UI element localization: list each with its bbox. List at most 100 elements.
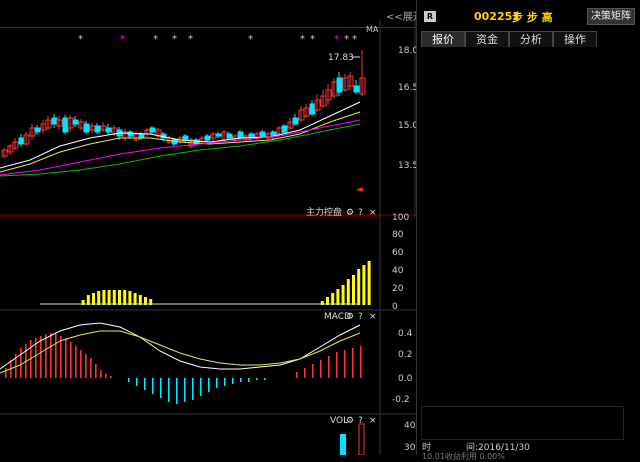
- vol-gear-icon[interactable]: ⚙: [346, 416, 354, 426]
- zhuli-bar: [128, 291, 132, 305]
- candle-body: [83, 123, 90, 133]
- candle-body: [62, 117, 69, 133]
- zhuli-bar: [133, 293, 137, 305]
- macd-dea-line: [0, 330, 361, 374]
- macd-histogram-bar: [136, 378, 138, 386]
- zhuli-gear-icon[interactable]: ⚙: [346, 208, 354, 218]
- price-chart[interactable]: MA 17.83 ◄ * * * * * * * * * * * 18.016.515.013.5: [0, 20, 416, 216]
- zhuli-bar: [352, 275, 355, 305]
- zhuli-bar: [362, 265, 366, 305]
- candle-body: [18, 137, 25, 145]
- zhuli-close-icon[interactable]: ×: [369, 208, 377, 218]
- macd-histogram-bar: [168, 378, 170, 402]
- candle-body: [336, 77, 343, 93]
- info-box: [421, 406, 624, 440]
- zhuli-title: 主力控盘: [306, 206, 342, 218]
- macd-histogram-bar: [100, 370, 102, 378]
- zhuli-bar: [123, 290, 127, 305]
- vol-close-icon[interactable]: ×: [369, 416, 377, 426]
- macd-histogram-bar: [152, 378, 154, 394]
- candle-body: [204, 135, 211, 141]
- star-marker: *: [172, 34, 177, 45]
- zhuli-bar: [331, 293, 335, 305]
- macd-histogram-bar: [320, 360, 322, 378]
- macd-histogram-bar: [60, 336, 62, 378]
- tab-funds[interactable]: 资金: [465, 31, 509, 47]
- tab-analysis[interactable]: 分析: [509, 31, 553, 47]
- zhuli-bar: [341, 285, 345, 305]
- macd-histogram-bar: [50, 333, 52, 378]
- star-marker: *: [344, 34, 349, 45]
- star-marker: *: [153, 34, 158, 45]
- candle-body: [226, 133, 233, 139]
- star-marker: *: [300, 34, 305, 45]
- zhuli-bar: [92, 293, 95, 305]
- macd-histogram-bar: [55, 334, 57, 378]
- macd-gear-icon[interactable]: ⚙: [346, 312, 354, 322]
- macd-histogram-bar: [95, 364, 97, 378]
- vol-panel[interactable]: VOL ⚙ ? × 4030: [0, 414, 416, 455]
- macd-histogram-bar: [70, 342, 72, 378]
- macd-histogram-bar: [208, 378, 210, 392]
- star-marker: *: [352, 34, 357, 45]
- candle-body: [309, 103, 316, 115]
- macd-histogram-bar: [264, 378, 266, 380]
- zhuli-panel[interactable]: 主力控盘 ⚙ ? × 100 80 60 40 20 0: [0, 206, 416, 311]
- candle-body: [215, 133, 222, 137]
- vol-axis-label: 40: [404, 421, 416, 431]
- macd-histogram-bar: [110, 376, 112, 378]
- candle-body: [72, 119, 79, 125]
- price-axis-label: 15.0: [398, 121, 416, 131]
- macd-histogram-bar: [232, 378, 234, 384]
- macd-histogram-bar: [240, 378, 242, 382]
- stock-name: 步 步 高: [512, 11, 553, 24]
- macd-histogram-bar: [45, 334, 47, 378]
- zhuli-bar: [97, 291, 101, 305]
- macd-histogram-bar: [336, 352, 338, 378]
- tab-quote[interactable]: 报价: [421, 31, 465, 47]
- price-axis-label: 13.5: [398, 161, 416, 171]
- star-marker: *: [188, 34, 193, 45]
- star-marker: *: [334, 34, 339, 45]
- macd-histogram-bar: [40, 336, 42, 378]
- macd-histogram-bar: [80, 350, 82, 378]
- zhuli-bar: [357, 269, 361, 305]
- macd-panel[interactable]: MACD ⚙ ? × 0.40.20.0-0.2: [0, 311, 416, 415]
- macd-histogram-bar: [5, 368, 7, 378]
- price-axis-label: 18.0: [398, 46, 416, 56]
- zhuli-axis-label: 0: [392, 302, 398, 311]
- macd-help-icon[interactable]: ?: [358, 312, 363, 322]
- cut-off-row: 10.01收益利用 0.00%: [422, 452, 505, 461]
- macd-histogram-bar: [344, 350, 346, 378]
- candle-body: [353, 85, 360, 93]
- zhuli-axis-label: 60: [392, 248, 404, 258]
- zhuli-axis-label: 80: [392, 230, 404, 240]
- candle-body: [127, 131, 134, 137]
- zhuli-axis-label: 100: [392, 213, 409, 223]
- low-marker-icon: ◄: [356, 185, 363, 195]
- macd-axis-label: 0.0: [398, 374, 413, 384]
- macd-histogram-bar: [90, 358, 92, 378]
- star-marker: *: [120, 34, 125, 45]
- tab-operation[interactable]: 操作: [553, 31, 597, 47]
- macd-axis-label: -0.2: [392, 395, 410, 405]
- macd-histogram-bar: [328, 356, 330, 378]
- macd-histogram-bar: [248, 378, 250, 382]
- macd-histogram-bar: [160, 378, 162, 398]
- macd-close-icon[interactable]: ×: [369, 312, 377, 322]
- macd-histogram-bar: [304, 368, 306, 378]
- decision-matrix-button[interactable]: 决策矩阵: [587, 8, 635, 25]
- candle-body: [292, 117, 299, 125]
- macd-histogram-bar: [65, 338, 67, 378]
- vol-axis-label: 30: [404, 443, 416, 453]
- ma-label: MA: [366, 25, 379, 34]
- candle-body: [34, 127, 41, 133]
- zhuli-help-icon[interactable]: ?: [358, 208, 363, 218]
- macd-histogram-bar: [20, 348, 22, 378]
- macd-axis-label: 0.4: [398, 329, 413, 339]
- candle-body: [259, 131, 266, 137]
- zhuli-bar: [107, 290, 111, 305]
- macd-histogram-bar: [184, 378, 186, 402]
- macd-histogram-bar: [85, 354, 87, 378]
- stock-badge: R: [424, 11, 436, 22]
